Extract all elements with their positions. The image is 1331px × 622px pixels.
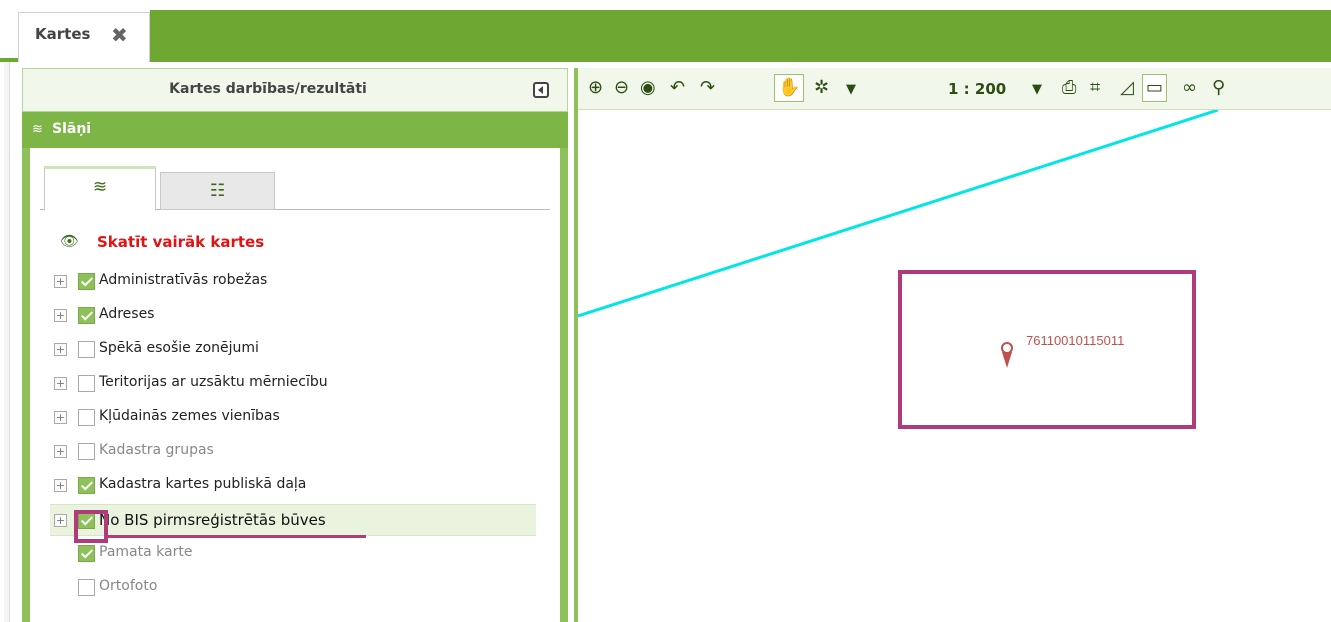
tab-kartes[interactable]: Kartes ✖ <box>18 12 150 62</box>
layer-row[interactable]: Ortofoto <box>50 572 536 604</box>
more-maps-label: Skatīt vairāk kartes <box>97 233 265 251</box>
expand-icon[interactable]: + <box>54 275 67 288</box>
layer-row-selected[interactable]: + No BIS pirmsreģistrētās būves <box>50 504 536 536</box>
location-marker-icon[interactable] <box>1001 342 1013 368</box>
layer-tabs: ≋ ☷ <box>40 164 550 211</box>
layer-checkbox[interactable] <box>78 307 95 324</box>
section-title: Slāņi <box>52 121 92 137</box>
panel-title: Kartes darbības/rezultāti <box>169 81 367 97</box>
expand-icon[interactable]: + <box>54 479 67 492</box>
redo-icon[interactable]: ↷ <box>700 77 715 99</box>
scale-dropdown-icon[interactable]: ▼ <box>1032 79 1042 101</box>
list-icon: ☷ <box>209 181 226 201</box>
panel-header: Kartes darbības/rezultāti <box>22 68 568 112</box>
expand-icon[interactable]: + <box>54 377 67 390</box>
layer-label: Kadastra grupas <box>99 442 214 458</box>
layer-label: Adreses <box>99 306 155 322</box>
print-icon[interactable]: ⎙ <box>1062 77 1076 99</box>
layers-icon: ≋ <box>32 122 43 137</box>
link-icon[interactable]: ∞ <box>1182 77 1197 99</box>
layer-checkbox[interactable] <box>78 341 95 358</box>
layer-label: Kadastra kartes publiskā daļa <box>99 476 307 492</box>
zoom-out-icon[interactable]: ⊖ <box>614 77 629 99</box>
eye-icon: 👁 <box>60 232 80 250</box>
layer-row[interactable]: + Kadastra kartes publiskā daļa <box>50 470 536 502</box>
layer-label: Spēkā esošie zonējumi <box>99 340 259 356</box>
layer-row[interactable]: + Kadastra grupas <box>50 436 536 468</box>
close-icon[interactable]: ✖ <box>111 23 128 47</box>
layer-row[interactable]: + Teritorijas ar uzsāktu mērniecību <box>50 368 536 400</box>
layer-checkbox[interactable] <box>78 273 95 290</box>
layer-checkbox[interactable] <box>78 545 95 562</box>
highlight-underline <box>104 535 366 538</box>
layer-row[interactable]: Pamata karte <box>50 538 536 570</box>
tab-bar: Kartes ✖ <box>0 0 1331 62</box>
tab-kartes-label: Kartes <box>35 25 91 43</box>
layer-checkbox[interactable] <box>78 443 95 460</box>
pan-hand-icon[interactable]: ✋ <box>774 74 805 102</box>
layer-label: Ortofoto <box>99 578 158 594</box>
layer-checkbox[interactable] <box>78 477 95 494</box>
measure-icon[interactable]: ◿ <box>1120 77 1134 99</box>
layer-checkbox[interactable] <box>78 579 95 596</box>
edit-link-icon[interactable]: ⚲ <box>1212 77 1225 99</box>
undo-icon[interactable]: ↶ <box>670 77 685 99</box>
layer-label: Teritorijas ar uzsāktu mērniecību <box>99 374 328 390</box>
expand-icon[interactable]: + <box>54 514 67 527</box>
layer-row[interactable]: + Adreses <box>50 300 536 332</box>
map-canvas[interactable] <box>578 110 1331 622</box>
map-toolbar: ⊕ ⊖ ◉ ↶ ↷ ✋ ✲ ▼ 1 : 200 ▼ ⎙ ⌗ ◿ ▭ ∞ ⚲ <box>578 68 1331 110</box>
layers-box: ≋ ☷ 👁 Skatīt vairāk kartes + Administrat… <box>30 148 560 622</box>
layers-section-header[interactable]: ≋ Slāņi <box>22 112 568 148</box>
select-icon[interactable]: ✲ <box>814 77 829 99</box>
scale-label[interactable]: 1 : 200 <box>948 80 1006 98</box>
layer-label: No BIS pirmsreģistrētās būves <box>99 511 326 529</box>
tab-bar-stripe <box>0 58 1331 62</box>
expand-icon[interactable]: + <box>54 411 67 424</box>
layer-row[interactable]: + Kļūdainās zemes vienības <box>50 402 536 434</box>
layer-label: Pamata karte <box>99 544 193 560</box>
layer-checkbox[interactable] <box>78 409 95 426</box>
zoom-in-icon[interactable]: ⊕ <box>588 77 603 99</box>
left-edge <box>4 62 10 622</box>
expand-icon[interactable]: + <box>54 343 67 356</box>
layer-row[interactable]: + Spēkā esošie zonējumi <box>50 334 536 366</box>
dropdown-icon[interactable]: ▼ <box>846 79 856 101</box>
layer-checkbox[interactable] <box>78 375 95 392</box>
tab-bar-background <box>150 10 1331 62</box>
tab-legend[interactable]: ☷ <box>160 172 275 210</box>
highlight-box <box>898 270 1196 429</box>
expand-icon[interactable]: + <box>54 445 67 458</box>
layer-label: Kļūdainās zemes vienības <box>99 408 280 424</box>
tab-layers[interactable]: ≋ <box>44 166 156 211</box>
layer-label: Administratīvās robežas <box>99 272 268 288</box>
comment-icon[interactable]: ▭ <box>1142 74 1168 102</box>
highlight-checkbox-box <box>74 510 108 543</box>
layers-icon: ≋ <box>92 177 108 197</box>
parcel-code-label: 76110010115011 <box>1026 333 1125 348</box>
map-area[interactable]: ⊕ ⊖ ◉ ↶ ↷ ✋ ✲ ▼ 1 : 200 ▼ ⎙ ⌗ ◿ ▭ ∞ ⚲ 76… <box>574 68 1331 622</box>
globe-icon[interactable]: ◉ <box>640 77 656 99</box>
coordinates-icon[interactable]: ⌗ <box>1090 77 1100 99</box>
layer-row[interactable]: + Administratīvās robežas <box>50 266 536 298</box>
collapse-left-icon[interactable] <box>533 82 549 98</box>
expand-icon[interactable]: + <box>54 309 67 322</box>
